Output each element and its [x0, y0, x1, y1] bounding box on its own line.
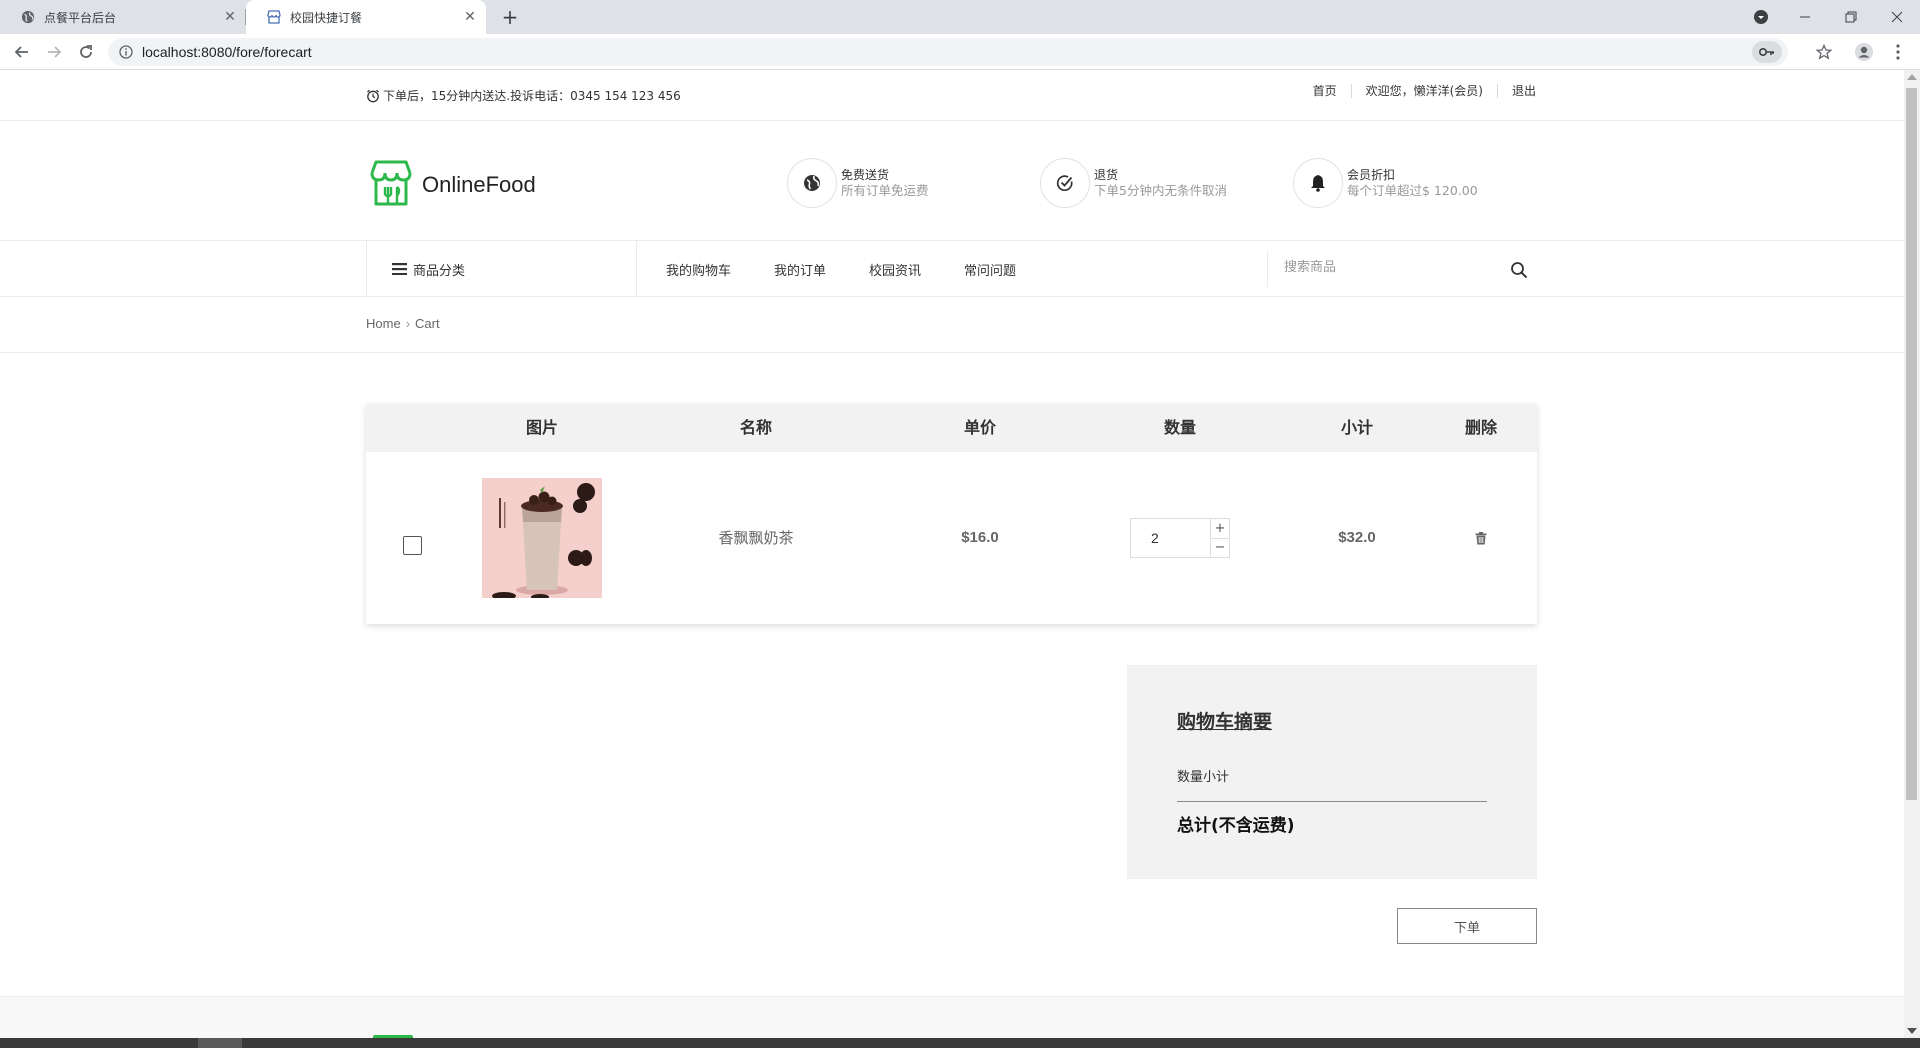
- product-image[interactable]: [482, 478, 602, 598]
- nav-links: 我的购物车 我的订单 校园资讯 常问问题: [666, 241, 1059, 297]
- url-text: localhost:8080/fore/forecart: [142, 44, 312, 60]
- scrollbar-thumb[interactable]: [1906, 88, 1917, 800]
- header-delete: 删除: [1464, 418, 1497, 437]
- home-link[interactable]: 首页: [1299, 84, 1351, 98]
- category-label: 商品分类: [413, 263, 466, 279]
- tab-title: 校园快捷订餐: [290, 10, 363, 25]
- header-subtotal: 小计: [1340, 418, 1373, 437]
- feature-returns: 退货 下单5分钟内无条件取消: [1040, 158, 1227, 208]
- feature-free-delivery: 免费送货 所有订单免运费: [787, 158, 929, 208]
- feature-subtitle: 下单5分钟内无条件取消: [1094, 183, 1227, 198]
- os-taskbar: [0, 1038, 1920, 1048]
- summary-qty-subtotal: 数量小计: [1177, 770, 1230, 785]
- item-select-checkbox[interactable]: [403, 536, 422, 555]
- page-footer: [0, 996, 1904, 1038]
- profile-avatar-icon[interactable]: [1852, 40, 1876, 64]
- quantity-stepper: + −: [1130, 518, 1230, 558]
- summary-divider: [1177, 801, 1487, 802]
- chevron-right-icon: ›: [405, 316, 411, 331]
- feature-subtitle: 所有订单免运费: [841, 183, 929, 198]
- search-input[interactable]: [1284, 255, 1484, 279]
- cart-table: 图片 名称 单价 数量 小计 删除 香飘飘奶茶 $16.0 2 + − $32.…: [366, 404, 1537, 624]
- tab-title: 点餐平台后台: [44, 10, 117, 25]
- address-bar[interactable]: localhost:8080/fore/forecart: [108, 38, 1788, 66]
- browser-tab-admin[interactable]: 点餐平台后台 ✕: [0, 0, 246, 34]
- header-quantity: 数量: [1163, 418, 1196, 437]
- reload-icon[interactable]: [74, 40, 98, 64]
- delivery-notice: 下单后，15分钟内送达.投诉电话：0345 154 123 456: [366, 87, 681, 104]
- quantity-decrease-button[interactable]: −: [1211, 537, 1229, 558]
- nav-item-my-cart[interactable]: 我的购物车: [666, 260, 731, 279]
- page-viewport: 下单后，15分钟内送达.投诉电话：0345 154 123 456 首页 欢迎您…: [0, 70, 1904, 1038]
- category-menu-button[interactable]: 商品分类: [366, 241, 637, 297]
- check-circle-icon: [1040, 158, 1090, 208]
- breadcrumb-current: Cart: [415, 316, 440, 331]
- forward-icon[interactable]: [42, 40, 66, 64]
- top-info-bar: 下单后，15分钟内送达.投诉电话：0345 154 123 456 首页 欢迎您…: [0, 70, 1904, 121]
- place-order-button[interactable]: 下单: [1397, 908, 1537, 944]
- bookmark-star-icon[interactable]: [1812, 40, 1836, 64]
- item-name[interactable]: 香飘飘奶茶: [666, 526, 846, 550]
- breadcrumb-bar: Home › Cart: [0, 297, 1904, 353]
- nav-item-my-orders[interactable]: 我的订单: [774, 260, 826, 279]
- header-name: 名称: [739, 418, 772, 437]
- back-icon[interactable]: [10, 40, 34, 64]
- taskbar-app[interactable]: [198, 1038, 242, 1048]
- brand-name: OnlineFood: [422, 172, 536, 197]
- info-icon[interactable]: [118, 44, 134, 60]
- alarm-clock-icon: [366, 89, 380, 103]
- top-links: 首页 欢迎您，懒洋洋(会员) 退出: [1299, 84, 1536, 98]
- browser-tab-ordering[interactable]: 校园快捷订餐 ✕: [246, 0, 486, 34]
- feature-member-discount: 会员折扣 每个订单超过$ 120.00: [1293, 158, 1478, 208]
- summary-total: 总计(不含运费): [1177, 816, 1295, 836]
- feature-title: 会员折扣: [1347, 168, 1396, 182]
- quantity-input[interactable]: [1131, 519, 1211, 557]
- search-icon[interactable]: [1508, 259, 1530, 281]
- bell-icon: [1293, 158, 1343, 208]
- logout-link[interactable]: 退出: [1496, 84, 1536, 98]
- feature-subtitle: 每个订单超过$ 120.00: [1347, 183, 1478, 198]
- key-icon[interactable]: [1752, 41, 1782, 63]
- item-subtotal: $32.0: [1338, 529, 1376, 546]
- restore-icon[interactable]: [1828, 0, 1874, 34]
- breadcrumb: Home › Cart: [366, 316, 440, 331]
- browser-toolbar: localhost:8080/fore/forecart: [0, 34, 1920, 70]
- close-icon[interactable]: ✕: [222, 9, 238, 25]
- quantity-increase-button[interactable]: +: [1211, 519, 1229, 538]
- summary-title: 购物车摘要: [1177, 711, 1273, 733]
- feature-title: 免费送货: [841, 168, 890, 182]
- tab-search-icon[interactable]: [1738, 0, 1784, 34]
- shop-icon: [266, 9, 282, 25]
- hamburger-menu-icon: [392, 263, 407, 275]
- new-tab-button[interactable]: +: [498, 5, 522, 29]
- globe-icon: [20, 9, 36, 25]
- nav-item-faq[interactable]: 常问问题: [964, 260, 1016, 279]
- minimize-icon[interactable]: [1782, 0, 1828, 34]
- browser-tab-bar: 点餐平台后台 ✕ 校园快捷订餐 ✕ +: [0, 0, 1920, 34]
- header-unit-price: 单价: [963, 418, 996, 437]
- delivery-notice-text: 下单后，15分钟内送达.投诉电话：0345 154 123 456: [383, 89, 681, 103]
- nav-item-campus-news[interactable]: 校园资讯: [869, 260, 921, 279]
- globe-icon: [787, 158, 837, 208]
- close-window-icon[interactable]: [1874, 0, 1920, 34]
- close-icon[interactable]: ✕: [462, 9, 478, 25]
- scroll-up-arrow-icon[interactable]: [1907, 74, 1917, 80]
- feature-title: 退货: [1094, 168, 1119, 182]
- header-image: 图片: [525, 418, 558, 437]
- cart-summary: 购物车摘要 数量小计 总计(不含运费): [1127, 665, 1537, 879]
- storefront-logo-icon: [366, 159, 416, 211]
- more-menu-icon[interactable]: [1886, 40, 1910, 64]
- main-nav: 商品分类 我的购物车 我的订单 校园资讯 常问问题: [0, 241, 1904, 297]
- product-search: [1267, 251, 1536, 287]
- table-row: 香飘飘奶茶 $16.0 + − $32.0: [366, 452, 1537, 624]
- welcome-user-link[interactable]: 欢迎您，懒洋洋(会员): [1350, 84, 1497, 98]
- site-header: OnlineFood 免费送货 所有订单免运费 退货 下单5分钟内无条件取消 会…: [0, 121, 1904, 241]
- scroll-down-arrow-icon[interactable]: [1907, 1028, 1917, 1034]
- trash-icon[interactable]: [1473, 530, 1489, 546]
- item-unit-price: $16.0: [961, 529, 999, 546]
- cart-table-header: 图片 名称 单价 数量 小计 删除: [366, 404, 1537, 452]
- breadcrumb-home[interactable]: Home: [366, 316, 401, 331]
- site-logo[interactable]: OnlineFood: [366, 159, 536, 211]
